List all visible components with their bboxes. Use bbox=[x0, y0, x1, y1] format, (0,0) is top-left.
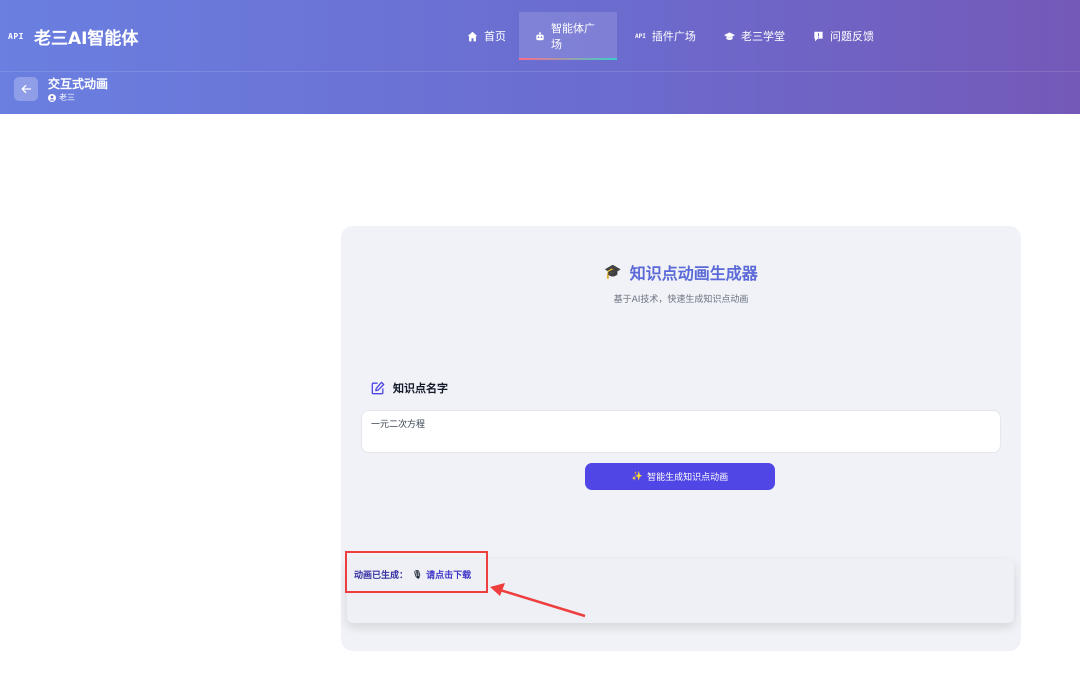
generate-button-label: 智能生成知识点动画 bbox=[647, 473, 729, 483]
graduation-cap-icon: 🎓 bbox=[604, 264, 622, 280]
topic-input[interactable]: 一元二次方程 bbox=[361, 410, 1001, 453]
card-subtitle: 基于AI技术，快速生成知识点动画 bbox=[613, 295, 749, 305]
graduation-cap-icon bbox=[724, 31, 735, 40]
nav-item-plugin-plaza[interactable]: API 插件广场 bbox=[619, 12, 712, 60]
annotation-highlight-box bbox=[345, 551, 488, 593]
back-button[interactable] bbox=[14, 77, 38, 101]
sparkles-icon: ✨ bbox=[631, 471, 644, 482]
sub-header bbox=[0, 72, 1080, 114]
nav-label-home: 首页 bbox=[484, 30, 506, 43]
robot-icon bbox=[536, 31, 544, 40]
nav-label-plugin-plaza: 插件广场 bbox=[651, 30, 696, 43]
app-title: 老三AI智能体 bbox=[33, 29, 139, 49]
nav-item-home[interactable]: 首页 bbox=[451, 12, 522, 60]
field-label-row: 知识点名字 bbox=[371, 380, 448, 396]
page-title: 交互式动画 bbox=[48, 77, 109, 91]
author-name: 老三 bbox=[59, 93, 75, 102]
card-title: 知识点动画生成器 bbox=[629, 264, 758, 283]
arrow-left-icon bbox=[21, 84, 32, 94]
nav-item-school[interactable]: 老三学堂 bbox=[708, 12, 801, 60]
feedback-icon bbox=[814, 31, 823, 41]
nav-item-agent-plaza[interactable]: 智能体广场 bbox=[519, 12, 617, 60]
card-title-row: 🎓 知识点动画生成器 bbox=[341, 260, 1021, 284]
app-header: API 老三AI智能体 首页 智能体广场 API 插件广场 老三学堂 问题反馈 bbox=[0, 0, 1080, 114]
api-icon: API bbox=[635, 32, 646, 40]
nav-item-feedback[interactable]: 问题反馈 bbox=[797, 12, 890, 60]
user-circle-icon bbox=[48, 93, 56, 102]
nav-label-agent-plaza: 智能体广场 bbox=[551, 22, 595, 51]
api-logo-icon: API bbox=[8, 32, 24, 41]
field-label: 知识点名字 bbox=[393, 382, 448, 395]
top-navigation: API 老三AI智能体 首页 智能体广场 API 插件广场 老三学堂 问题反馈 bbox=[0, 0, 1080, 72]
author-info: 老三 bbox=[48, 92, 75, 103]
nav-label-school: 老三学堂 bbox=[741, 30, 785, 43]
nav-label-feedback: 问题反馈 bbox=[830, 30, 874, 43]
home-icon bbox=[467, 31, 478, 41]
edit-icon bbox=[371, 381, 385, 395]
brand[interactable]: API 老三AI智能体 bbox=[8, 24, 138, 49]
generate-animation-button[interactable]: ✨ 智能生成知识点动画 bbox=[585, 463, 775, 490]
